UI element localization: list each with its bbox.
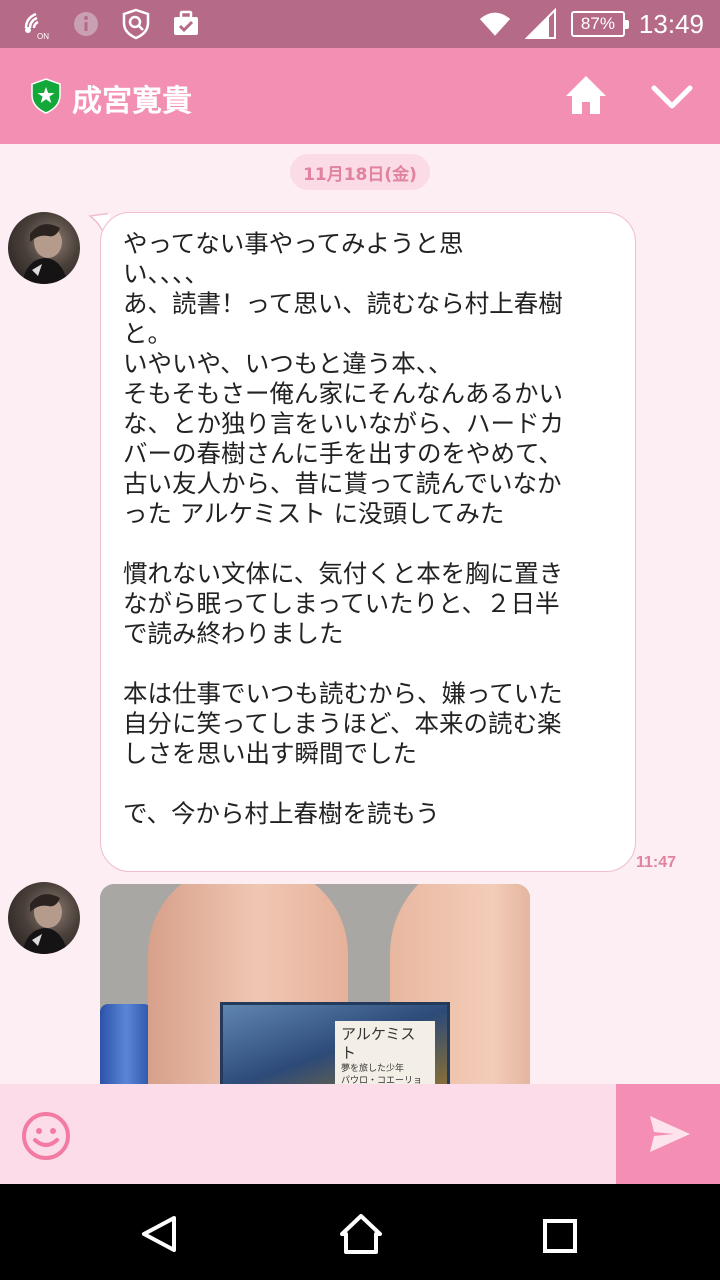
back-icon[interactable] bbox=[138, 1214, 180, 1254]
emoji-icon[interactable] bbox=[20, 1110, 72, 1162]
info-icon bbox=[70, 8, 102, 40]
book-title: アルケミスト bbox=[341, 1025, 416, 1062]
avatar[interactable] bbox=[8, 882, 80, 954]
nfc-label: ON bbox=[37, 32, 49, 40]
status-bar: ON 87% 13:49 bbox=[0, 0, 720, 48]
nfc-icon: ON bbox=[20, 8, 52, 40]
star-shield-icon bbox=[31, 78, 61, 114]
message-text: やってない事やってみようと思 い、、、、 あ、読書！って思い、読むなら村上春樹 … bbox=[123, 229, 564, 828]
recent-apps-icon[interactable] bbox=[542, 1218, 578, 1254]
clock: 13:49 bbox=[638, 8, 704, 39]
send-icon bbox=[650, 1116, 690, 1152]
date-separator: 11月18日(金) bbox=[290, 154, 430, 190]
chevron-down-icon[interactable] bbox=[648, 72, 696, 120]
status-bar-left: ON bbox=[20, 8, 202, 40]
shield-search-icon bbox=[120, 8, 152, 40]
status-bar-right: 87% 13:49 bbox=[479, 8, 704, 40]
send-button[interactable] bbox=[616, 1084, 720, 1184]
message-bubble[interactable]: やってない事やってみようと思 い、、、、 あ、読書！って思い、読むなら村上春樹 … bbox=[100, 212, 636, 872]
avatar[interactable] bbox=[8, 212, 80, 284]
input-bar[interactable] bbox=[0, 1084, 720, 1184]
battery-percent: 87% bbox=[580, 14, 615, 33]
chat-header: 成宮寛貴 bbox=[0, 48, 720, 144]
nav-home-icon[interactable] bbox=[338, 1212, 384, 1256]
book-subtitle: 夢を旅した少年 bbox=[341, 1064, 405, 1074]
book-author: パウロ・コエーリョ bbox=[341, 1076, 423, 1084]
chat-area[interactable]: 11月18日(金) やってない事やってみようと思 い、、、、 あ、読書！って思い… bbox=[0, 144, 720, 1084]
photo-book: アルケミスト 夢を旅した少年 パウロ・コエーリョ bbox=[220, 1002, 450, 1084]
book-label: アルケミスト 夢を旅した少年 パウロ・コエーリョ bbox=[335, 1021, 435, 1084]
battery-icon: 87% bbox=[570, 11, 629, 37]
signal-icon bbox=[524, 8, 557, 40]
wifi-icon bbox=[479, 8, 511, 40]
message-photo[interactable]: アルケミスト 夢を旅した少年 パウロ・コエーリョ bbox=[100, 884, 530, 1084]
photo-bottle bbox=[100, 1004, 152, 1084]
briefcase-check-icon bbox=[170, 8, 202, 40]
message-time: 11:47 bbox=[636, 854, 677, 871]
home-icon[interactable] bbox=[562, 70, 610, 122]
system-nav-bar bbox=[0, 1184, 720, 1280]
contact-name: 成宮寛貴 bbox=[72, 84, 192, 119]
